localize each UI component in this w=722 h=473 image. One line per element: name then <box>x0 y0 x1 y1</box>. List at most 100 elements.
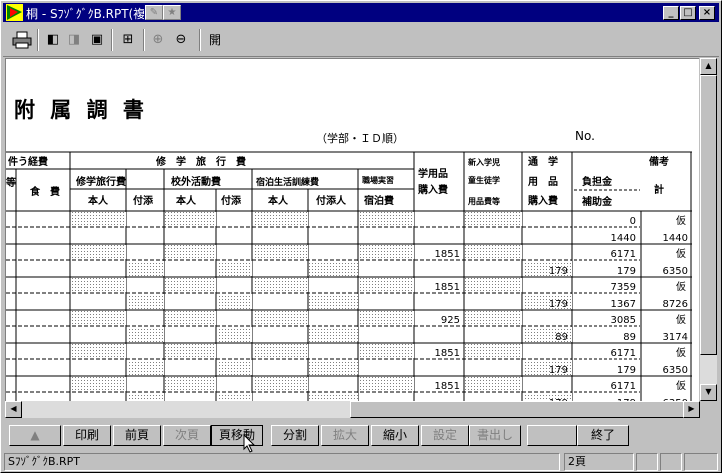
cell-futan: 7359 <box>611 282 636 293</box>
pen-icon: ✎ <box>145 5 163 20</box>
cell-biko: 仮 <box>676 280 686 293</box>
mouse-cursor-icon <box>243 434 256 453</box>
minimize-button[interactable]: _ <box>663 6 679 20</box>
header-tsukisoinin: 付添人 <box>316 194 347 207</box>
vertical-scrollbar[interactable]: ▲ ▼ <box>700 58 717 401</box>
report-subtitle: （学部・ＩＤ順） <box>316 131 404 145</box>
cell-hojo: 1440 <box>611 233 636 244</box>
split-view-icon[interactable]: ⊞ <box>117 29 139 51</box>
header-shinnyu2: 童生徒学 <box>468 175 500 185</box>
star-icon: ★ <box>163 5 181 20</box>
toolbar-separator <box>143 29 145 51</box>
cell-gakuyo: 1851 <box>435 249 460 260</box>
prev-page-button[interactable]: 前頁 <box>113 425 161 446</box>
header-shinnyu3: 用品費等 <box>467 196 500 206</box>
close-button[interactable]: × <box>699 6 715 20</box>
settings-button: 設定 <box>421 425 469 446</box>
exit-button[interactable]: 終了 <box>577 425 629 446</box>
header-hojo: 補助金 <box>581 195 613 208</box>
header-tsukisoi-1: 付添 <box>133 194 154 207</box>
toolbar: ◧ ◨ ▣ ⊞ ⊕ ⊖ 開 <box>3 24 719 57</box>
zoom-out-icon[interactable]: ⊖ <box>170 29 192 51</box>
report-viewport[interactable]: 附 属 調 書 （学部・ＩＤ順） No. 件う経費 修 学 旅 行 費 等 食 … <box>5 58 699 401</box>
report-number-label: No. <box>575 129 595 143</box>
header-honnin-1: 本人 <box>88 194 109 207</box>
header-shugaku: 修 学 旅 行 費 <box>155 155 246 168</box>
open-button[interactable]: 開 <box>204 29 226 51</box>
header-shokuhi: 食 費 <box>29 185 60 198</box>
function-button-bar: ▲ 印刷 前頁 次頁 頁移動 分割 拡大 縮小 設定 書出し 終了 <box>3 422 719 453</box>
header-tsugaku1: 通 学 <box>528 155 558 168</box>
app-window: 桐 - SﾌｿﾞｸﾞｸB.RPT(複 ✎ ★ _ □ × ◧ ◨ ▣ ⊞ ⊕ ⊖… <box>0 0 722 473</box>
blank-button[interactable] <box>527 425 577 446</box>
toolbar-separator <box>37 29 39 51</box>
cell-biko: 仮 <box>676 313 686 326</box>
header-gakuyo2: 購入費 <box>417 183 448 196</box>
table-row: 0 1440 仮 1440 <box>6 212 692 245</box>
status-page: 2頁 <box>564 453 634 471</box>
cell-gakuyo: 1851 <box>435 282 460 293</box>
toolbar-separator <box>111 29 113 51</box>
zoom-in-icon: ⊕ <box>152 32 164 47</box>
header-sub1: 修学旅行費 <box>75 175 126 188</box>
header-shinnyu1: 新入学児 <box>468 157 500 167</box>
table-header: 件う経費 修 学 旅 行 費 等 食 費 修学旅行費 校外活動費 宿泊生活訓練費… <box>6 155 669 208</box>
up-button: ▲ <box>9 425 61 446</box>
cell-futan: 0 <box>630 216 636 227</box>
vertical-scroll-thumb[interactable] <box>700 75 717 355</box>
scroll-left-icon[interactable]: ◀ <box>5 401 22 418</box>
cell-futan: 3085 <box>611 315 636 326</box>
header-honnin-3: 本人 <box>268 194 289 207</box>
export-button: 書出し <box>469 425 521 446</box>
cell-futan: 6171 <box>611 249 636 260</box>
cell-gakuyo: 925 <box>441 315 460 326</box>
report-title: 附 属 調 書 <box>14 98 148 122</box>
cell-futan: 6171 <box>611 348 636 359</box>
maximize-button[interactable]: □ <box>680 6 696 20</box>
zoom-in-button: 拡大 <box>321 425 369 446</box>
table-row: 1851 179 7359 1367 仮 8726 <box>6 278 692 311</box>
cell-tsugaku: 179 <box>549 365 568 376</box>
cell-biko: 仮 <box>676 346 686 359</box>
printer-icon[interactable] <box>11 29 33 51</box>
scroll-down-icon[interactable]: ▼ <box>700 384 717 401</box>
split-button[interactable]: 分割 <box>271 425 319 446</box>
cell-kei: 3174 <box>663 332 688 343</box>
app-icon[interactable] <box>6 4 23 21</box>
print-button[interactable]: 印刷 <box>63 425 111 446</box>
header-biko: 備考 <box>649 155 669 168</box>
header-gakuyo1: 学用品 <box>418 167 448 180</box>
cell-tsugaku: 179 <box>549 299 568 310</box>
next-page-button: 次頁 <box>163 425 211 446</box>
header-cut-char: 等 <box>6 176 16 189</box>
header-honnin-2: 本人 <box>176 194 197 207</box>
title-bar: 桐 - SﾌｿﾞｸﾞｸB.RPT(複 ✎ ★ _ □ × <box>3 3 719 22</box>
header-kei: 計 <box>654 183 664 196</box>
header-futan: 負担金 <box>582 175 613 188</box>
cell-kei: 6350 <box>663 266 688 277</box>
table-row: 18511796171179仮6350 <box>6 377 688 401</box>
header-sub3: 宿泊生活訓練費 <box>256 176 319 188</box>
cell-kei: 1440 <box>663 233 688 244</box>
status-filename: SﾌｿﾞｸﾞｸB.RPT <box>4 453 560 471</box>
toolbar-separator <box>199 29 201 51</box>
horizontal-scrollbar[interactable]: ◀ ▶ <box>5 401 700 418</box>
scroll-right-icon[interactable]: ▶ <box>683 401 700 418</box>
zoom-out-button[interactable]: 縮小 <box>371 425 419 446</box>
status-panel <box>684 453 718 471</box>
next-page-icon: ◨ <box>67 32 81 47</box>
window-title: 桐 - SﾌｿﾞｸﾞｸB.RPT(複 <box>26 7 144 21</box>
header-tsugaku2: 用 品 <box>527 176 558 188</box>
cell-futan: 6171 <box>611 381 636 392</box>
page-goto-icon[interactable]: ▣ <box>86 29 108 51</box>
status-bar: SﾌｿﾞｸﾞｸB.RPT 2頁 <box>3 452 719 471</box>
horizontal-scroll-thumb[interactable] <box>350 401 684 418</box>
cell-hojo: 1367 <box>611 299 636 310</box>
cell-biko: 仮 <box>676 379 686 392</box>
cell-hojo: 179 <box>617 365 636 376</box>
table-body: 01440仮144018511796171179仮635018511797359… <box>6 212 692 401</box>
scroll-up-icon[interactable]: ▲ <box>700 58 717 75</box>
prev-page-icon[interactable]: ◧ <box>42 29 64 51</box>
cell-kei: 8726 <box>663 299 688 310</box>
cell-kei: 6350 <box>663 365 688 376</box>
